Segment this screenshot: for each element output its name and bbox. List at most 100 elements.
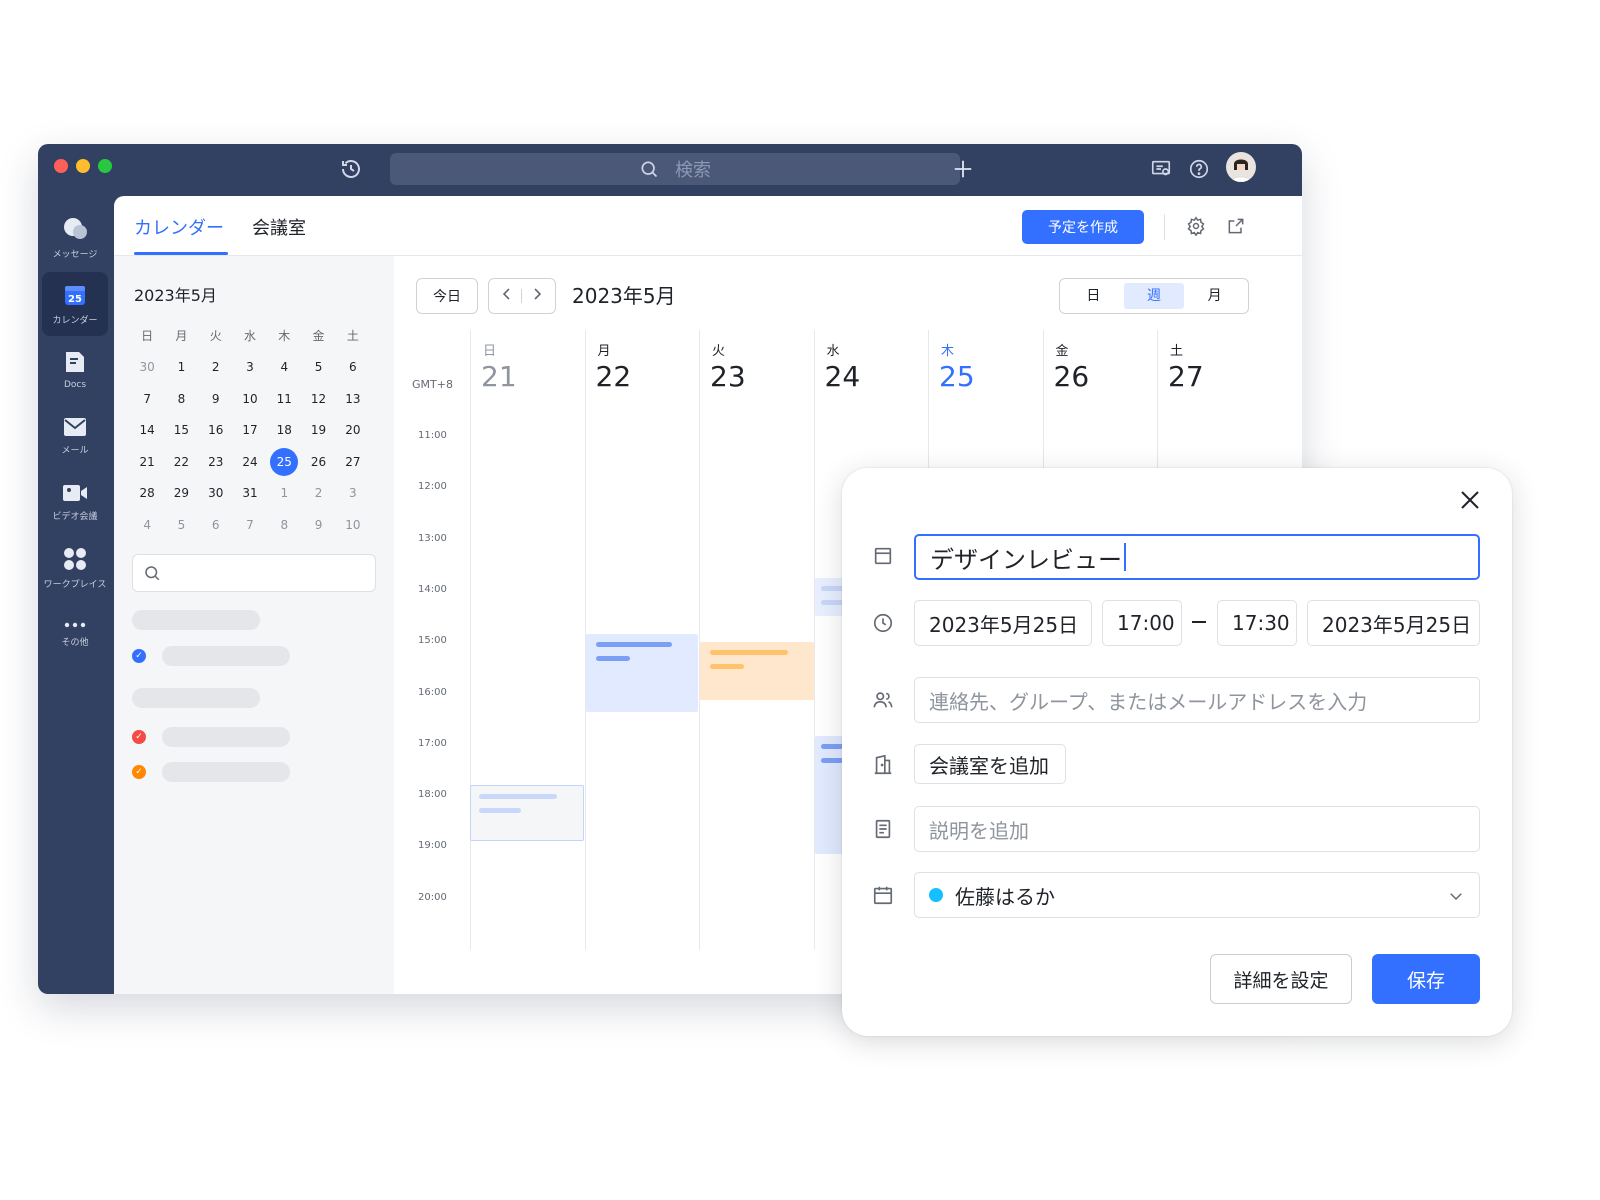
mini-day[interactable]: 9: [301, 511, 335, 539]
mini-day-number: 1: [280, 486, 289, 501]
maximize-window-button[interactable]: [98, 159, 112, 173]
calendar-event[interactable]: [470, 785, 584, 841]
rail-item-more[interactable]: その他: [42, 602, 108, 666]
day-column[interactable]: 火 23: [699, 330, 814, 950]
avatar[interactable]: [1226, 152, 1256, 182]
calendar-event[interactable]: [586, 634, 698, 712]
event-title-input[interactable]: デザインレビュー: [914, 534, 1480, 580]
mini-day[interactable]: 17: [233, 416, 267, 444]
view-week[interactable]: 週: [1123, 283, 1185, 309]
description-icon: [872, 818, 894, 840]
mini-day[interactable]: 20: [336, 416, 370, 444]
mini-day[interactable]: 27: [336, 448, 370, 476]
mini-day[interactable]: 11: [267, 385, 301, 413]
mini-day[interactable]: 5: [164, 511, 198, 539]
mini-day[interactable]: 16: [199, 416, 233, 444]
checkbox-checked-icon[interactable]: ✓: [132, 765, 146, 779]
mini-day-today[interactable]: 25: [267, 447, 301, 476]
mini-day[interactable]: 31: [233, 479, 267, 507]
mini-day[interactable]: 13: [336, 385, 370, 413]
close-window-button[interactable]: [54, 159, 68, 173]
mini-day[interactable]: 4: [130, 511, 164, 539]
mini-day[interactable]: 6: [336, 353, 370, 381]
mini-day[interactable]: 2: [301, 479, 335, 507]
mini-day[interactable]: 24: [233, 448, 267, 476]
close-icon[interactable]: [1458, 488, 1482, 512]
mini-day[interactable]: 30: [130, 353, 164, 381]
rail-item-messages[interactable]: メッセージ: [42, 206, 108, 270]
mini-day[interactable]: 18: [267, 416, 301, 444]
mini-day[interactable]: 3: [336, 479, 370, 507]
add-meeting-room-button[interactable]: 会議室を追加: [914, 744, 1066, 784]
tab-calendar[interactable]: カレンダー: [134, 214, 224, 240]
create-event-button[interactable]: 予定を作成: [1022, 210, 1144, 244]
mini-weekday-label: 土: [346, 328, 359, 343]
mini-day[interactable]: 8: [267, 511, 301, 539]
mini-day[interactable]: 22: [164, 448, 198, 476]
calendar-search-input[interactable]: [132, 554, 376, 592]
calendar-select[interactable]: 佐藤はるか: [914, 872, 1480, 918]
calendar-owner-name: 佐藤はるか: [955, 884, 1055, 909]
mini-day[interactable]: 23: [199, 448, 233, 476]
mini-day[interactable]: 14: [130, 416, 164, 444]
next-week-icon[interactable]: [531, 287, 543, 305]
day-column[interactable]: 日 21: [470, 330, 585, 950]
end-time-field[interactable]: 17:30: [1217, 600, 1297, 646]
mini-day[interactable]: 8: [164, 385, 198, 413]
mini-day[interactable]: 4: [267, 353, 301, 381]
open-window-icon[interactable]: [1224, 214, 1248, 238]
prev-week-icon[interactable]: [501, 287, 513, 305]
mini-day[interactable]: 9: [199, 385, 233, 413]
mini-day[interactable]: 21: [130, 448, 164, 476]
rail-item-docs[interactable]: Docs: [42, 338, 108, 402]
tab-meeting-room[interactable]: 会議室: [252, 214, 306, 240]
mini-day[interactable]: 3: [233, 353, 267, 381]
save-button[interactable]: 保存: [1372, 954, 1480, 1004]
view-month[interactable]: 月: [1184, 283, 1245, 309]
text-caret: [1124, 543, 1126, 571]
guests-input[interactable]: 連絡先、グループ、またはメールアドレスを入力: [914, 677, 1480, 723]
video-camera-icon: [63, 484, 87, 501]
help-icon[interactable]: [1186, 156, 1212, 182]
start-time-field[interactable]: 17:00: [1102, 600, 1182, 646]
mini-day[interactable]: 10: [336, 511, 370, 539]
mini-day[interactable]: 15: [164, 416, 198, 444]
mini-day[interactable]: 1: [267, 479, 301, 507]
mini-day[interactable]: 29: [164, 479, 198, 507]
start-date-field[interactable]: 2023年5月25日: [914, 600, 1092, 646]
mini-day[interactable]: 2: [199, 353, 233, 381]
checkbox-checked-icon[interactable]: ✓: [132, 649, 146, 663]
mini-day[interactable]: 26: [301, 448, 335, 476]
mini-weekday-label: 火: [209, 328, 222, 343]
mini-day[interactable]: 28: [130, 479, 164, 507]
calendar-event[interactable]: [700, 642, 814, 700]
global-search[interactable]: 検索: [390, 153, 960, 185]
history-icon[interactable]: [338, 156, 364, 182]
announcement-icon[interactable]: [1148, 156, 1174, 182]
set-details-button[interactable]: 詳細を設定: [1210, 954, 1352, 1004]
settings-gear-icon[interactable]: [1184, 214, 1208, 238]
calendar-event[interactable]: [815, 736, 845, 854]
mini-day-number: 9: [211, 391, 220, 406]
description-input[interactable]: 説明を追加: [914, 806, 1480, 852]
mini-day[interactable]: 19: [301, 416, 335, 444]
mini-day[interactable]: 7: [130, 385, 164, 413]
hour-label: 11:00: [418, 430, 447, 441]
rail-item-workplace[interactable]: ワークプレイス: [42, 536, 108, 600]
mini-day[interactable]: 1: [164, 353, 198, 381]
rail-item-video[interactable]: ビデオ会議: [42, 470, 108, 534]
today-button[interactable]: 今日: [416, 278, 478, 314]
mini-day[interactable]: 10: [233, 385, 267, 413]
mini-day[interactable]: 6: [199, 511, 233, 539]
mini-day[interactable]: 30: [199, 479, 233, 507]
checkbox-checked-icon[interactable]: ✓: [132, 730, 146, 744]
rail-item-calendar[interactable]: 25 カレンダー: [42, 272, 108, 336]
mini-day[interactable]: 7: [233, 511, 267, 539]
end-date-field[interactable]: 2023年5月25日: [1307, 600, 1480, 646]
plus-icon[interactable]: [950, 156, 976, 182]
view-day[interactable]: 日: [1063, 283, 1124, 309]
minimize-window-button[interactable]: [76, 159, 90, 173]
mini-day[interactable]: 5: [301, 353, 335, 381]
mini-day[interactable]: 12: [301, 385, 335, 413]
rail-item-mail[interactable]: メール: [42, 404, 108, 468]
